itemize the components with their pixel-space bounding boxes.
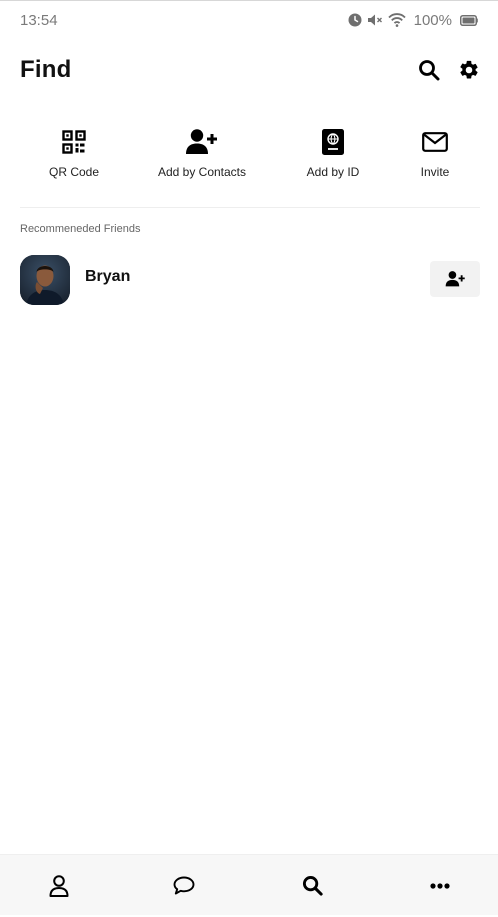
- recommended-friends-heading: Recommeneded Friends: [20, 223, 141, 235]
- page-title: Find: [20, 56, 72, 83]
- friend-row[interactable]: Bryan: [20, 255, 480, 305]
- nav-more[interactable]: [410, 855, 470, 916]
- section-divider: [20, 207, 480, 208]
- bottom-nav: [0, 854, 498, 915]
- header: Find: [20, 52, 480, 88]
- add-friend-button[interactable]: [430, 260, 480, 297]
- user-plus-icon: [445, 270, 465, 286]
- nav-find[interactable]: [282, 855, 342, 916]
- add-by-contacts-label: Add by Contacts: [157, 165, 247, 179]
- add-by-id-action[interactable]: Add by ID: [298, 128, 368, 179]
- add-by-contacts-action[interactable]: Add by Contacts: [152, 128, 252, 179]
- gear-icon: [460, 60, 478, 79]
- nav-chats[interactable]: [154, 855, 214, 916]
- add-by-id-label: Add by ID: [306, 165, 360, 179]
- status-bar: 13:54 100%: [0, 0, 498, 40]
- status-time: 13:54: [20, 11, 58, 29]
- battery-icon: [460, 14, 478, 26]
- wifi-icon: [387, 13, 406, 27]
- qr-code-action[interactable]: QR Code: [44, 128, 104, 179]
- search-icon: [302, 875, 323, 896]
- alarm-icon: [348, 13, 362, 27]
- envelope-icon: [422, 132, 448, 152]
- status-indicators: 100%: [348, 12, 478, 29]
- more-dots-icon: [430, 882, 450, 889]
- invite-action[interactable]: Invite: [410, 128, 460, 179]
- avatar[interactable]: [20, 255, 70, 305]
- chat-bubble-icon: [173, 876, 195, 895]
- search-icon: [419, 60, 440, 81]
- search-button[interactable]: [418, 59, 440, 81]
- mute-icon: [367, 13, 383, 27]
- id-card-icon: [322, 129, 344, 155]
- invite-label: Invite: [420, 165, 450, 179]
- quick-actions: QR Code Add by Contacts Add by ID Invite: [0, 128, 498, 188]
- qr-code-label: QR Code: [48, 165, 100, 179]
- settings-button[interactable]: [458, 59, 480, 81]
- user-plus-icon: [186, 129, 217, 154]
- header-actions: [418, 59, 480, 81]
- nav-profile[interactable]: [29, 855, 89, 916]
- friend-name: Bryan: [85, 268, 131, 285]
- qr-code-icon: [62, 130, 86, 154]
- person-icon: [49, 874, 69, 897]
- battery-percent: 100%: [413, 11, 452, 29]
